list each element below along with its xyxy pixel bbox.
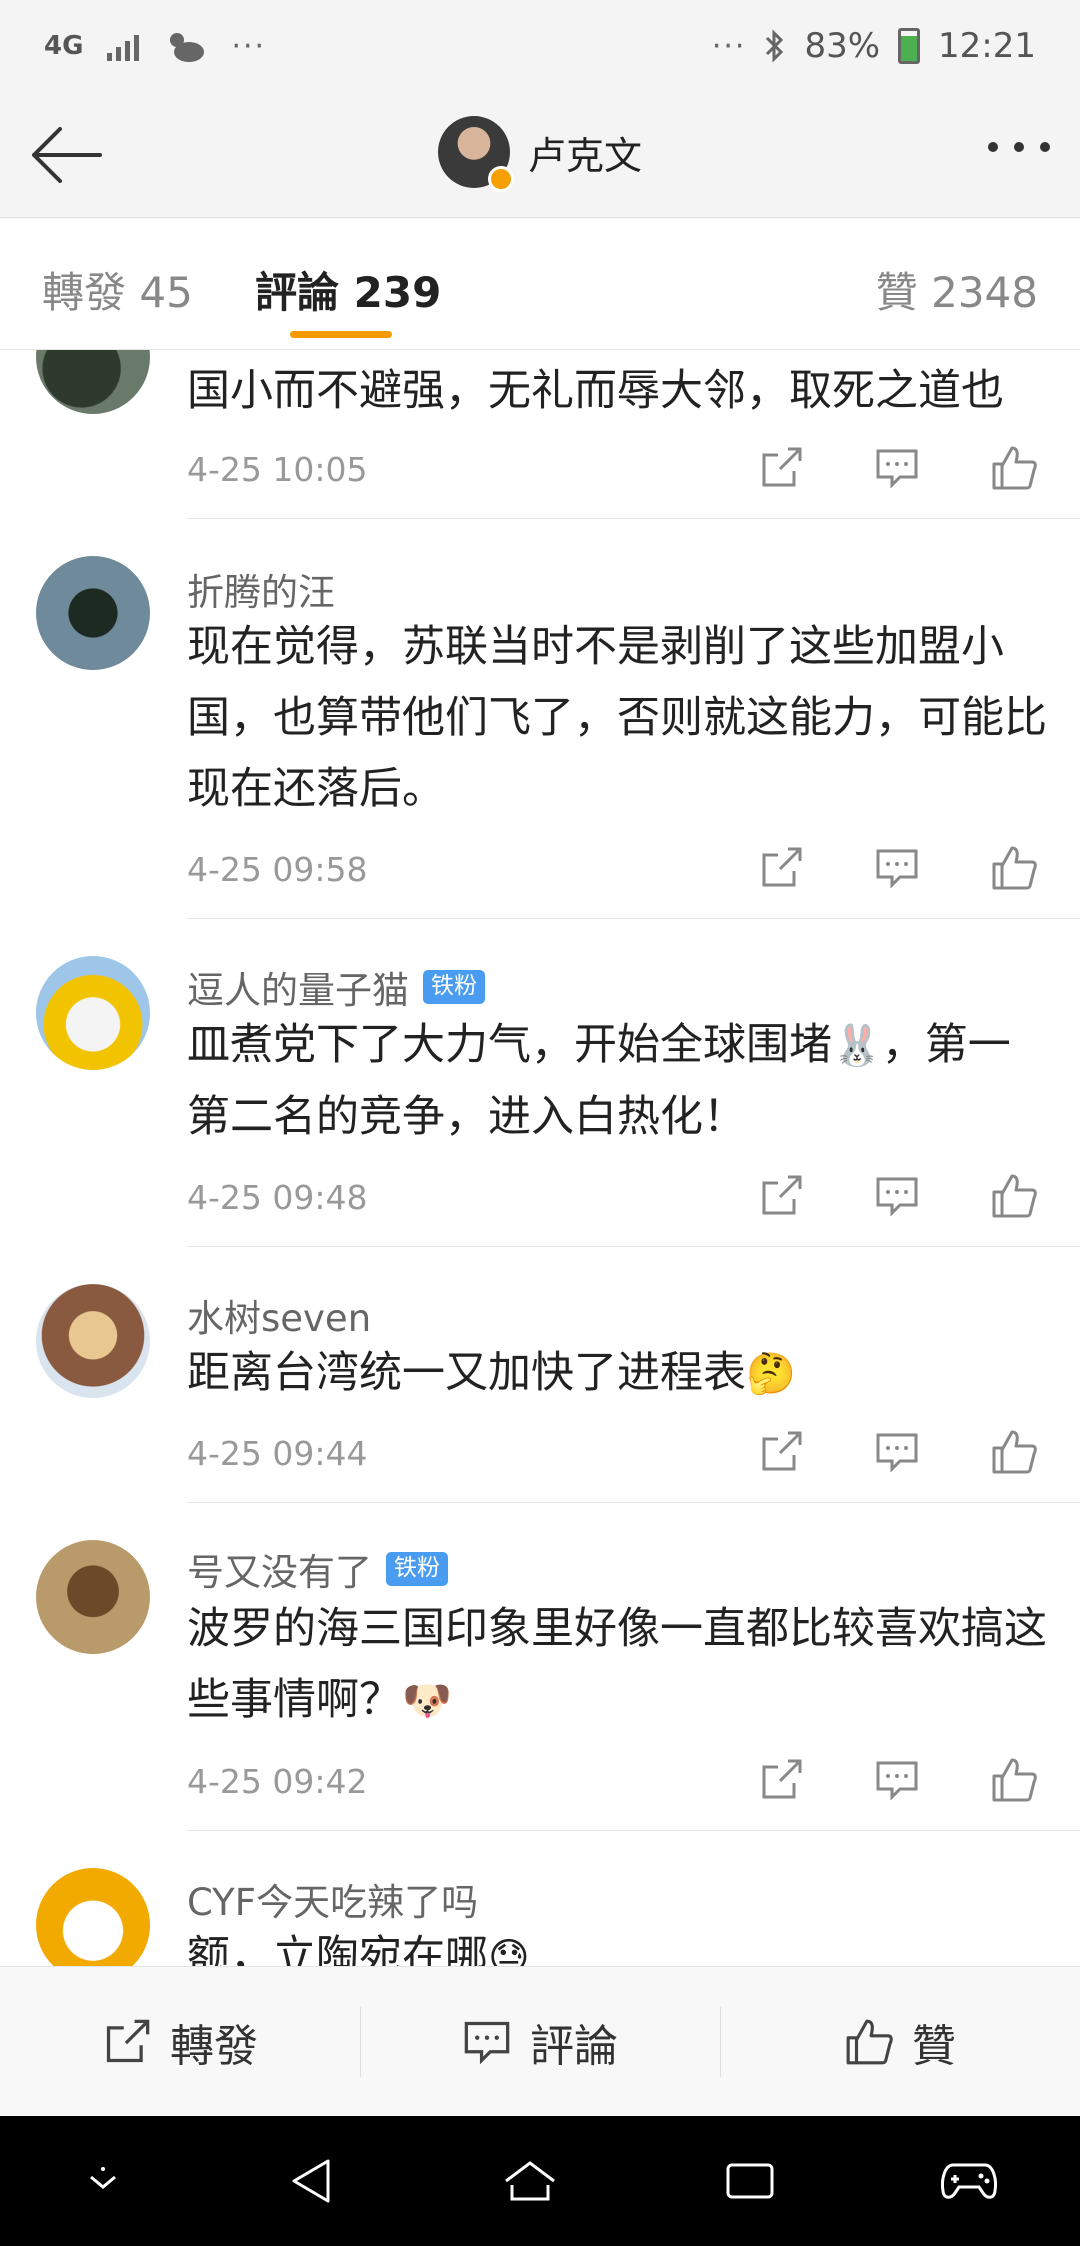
thinking-emoji-icon: 🤔 (746, 1351, 796, 1397)
comment-actions (758, 1428, 1038, 1476)
status-dots: ··· (711, 28, 747, 64)
commenter-avatar[interactable] (36, 556, 150, 670)
network-type: 4G (44, 31, 84, 61)
more-options-button[interactable] (988, 142, 1050, 152)
comment-button[interactable]: 評論 (360, 1967, 720, 2116)
fan-badge: 铁粉 (423, 970, 485, 1004)
comment-icon[interactable] (874, 445, 920, 491)
separator (187, 1246, 1080, 1247)
comment-text: 距离台湾统一又加快了进程表🤔 (187, 1338, 1047, 1410)
battery-percent: 83% (804, 26, 881, 66)
weibo-comments-screen: 4G ··· ··· 83% 12:21 卢克文 轉發 45 評論 239 贊 … (0, 0, 1080, 2246)
comment-actions (758, 844, 1038, 892)
fan-badge: 铁粉 (386, 1552, 448, 1586)
sweat-emoji-icon: 😓 (488, 1935, 530, 1966)
more-notifications-icon: ··· (231, 28, 267, 64)
verified-badge-icon (487, 166, 514, 192)
comment-list[interactable]: 国小而不避强，无礼而辱大邻，取死之道也 4-25 10:05 折腾的汪 现在觉得… (0, 350, 1080, 1966)
author-name[interactable]: 卢克文 (528, 125, 642, 180)
comment-actions (758, 1172, 1038, 1220)
comment-time: 4-25 09:42 (187, 1762, 368, 1801)
nav-bar: 卢克文 (0, 92, 1080, 218)
rabbit-emoji-icon: 🐰 (832, 1023, 882, 1069)
comment-actions (758, 1756, 1038, 1804)
like-icon[interactable] (990, 1428, 1038, 1476)
separator (187, 1502, 1080, 1503)
separator (187, 518, 1080, 519)
home-icon[interactable] (500, 2155, 560, 2207)
commenter-avatar[interactable] (36, 1284, 150, 1398)
like-icon (846, 2019, 893, 2064)
comment-text: 额，立陶宛在哪😓 (187, 1922, 1047, 1966)
repost-icon[interactable] (758, 445, 804, 491)
commenter-name[interactable]: 折腾的汪 (187, 562, 335, 616)
hide-nav-chevron-icon[interactable] (81, 2159, 125, 2203)
bluetooth-icon (766, 29, 784, 63)
system-nav-bar (0, 2116, 1080, 2246)
comment-icon[interactable] (874, 1429, 920, 1475)
back-triangle-icon[interactable] (286, 2155, 338, 2207)
like-icon[interactable] (990, 444, 1038, 492)
comment-time: 4-25 09:48 (187, 1178, 368, 1217)
comment-text: 现在觉得，苏联当时不是剥削了这些加盟小国，也算带他们飞了，否则就这能力，可能比现… (187, 622, 1047, 814)
repost-icon[interactable] (758, 1173, 804, 1219)
commenter-avatar[interactable] (36, 1868, 150, 1966)
tab-reposts[interactable]: 轉發 45 (42, 259, 193, 320)
game-controller-icon[interactable] (939, 2159, 999, 2203)
comment-icon[interactable] (874, 1757, 920, 1803)
like-icon[interactable] (990, 1756, 1038, 1804)
like-icon[interactable] (990, 844, 1038, 892)
active-tab-indicator (290, 331, 392, 338)
repost-button[interactable]: 轉發 (0, 1967, 360, 2116)
like-button[interactable]: 贊 (720, 1967, 1080, 2116)
commenter-name[interactable]: CYF今天吃辣了吗 (187, 1872, 478, 1926)
comment-text: 国小而不避强，无礼而辱大邻，取死之道也 (187, 366, 1004, 416)
author-avatar[interactable] (437, 116, 514, 192)
repost-icon[interactable] (758, 1757, 804, 1803)
signal-icon (107, 31, 140, 61)
separator (187, 1830, 1080, 1831)
commenter-avatar[interactable] (36, 350, 150, 414)
recent-apps-icon[interactable] (722, 2157, 778, 2205)
commenter-name[interactable]: 水树seven (187, 1288, 371, 1342)
comment-actions (758, 444, 1038, 492)
commenter-avatar[interactable] (36, 1540, 150, 1654)
comment-icon[interactable] (874, 845, 920, 891)
repost-icon[interactable] (758, 1429, 804, 1475)
status-bar: 4G ··· ··· 83% 12:21 (0, 0, 1080, 92)
comment-icon (464, 2021, 510, 2064)
repost-label: 轉發 (170, 2020, 258, 2072)
commenter-avatar[interactable] (36, 956, 150, 1070)
clock: 12:21 (938, 26, 1036, 66)
tab-bar: 轉發 45 評論 239 贊 2348 (0, 219, 1080, 350)
comment-icon[interactable] (874, 1173, 920, 1219)
battery-icon (898, 28, 921, 64)
tab-likes[interactable]: 贊 2348 (876, 259, 1038, 320)
comment-text: 波罗的海三国印象里好像一直都比较喜欢搞这些事情啊？🐶 (187, 1594, 1047, 1737)
repost-icon (106, 2019, 150, 2062)
separator (187, 918, 1080, 919)
weather-icon (170, 33, 205, 62)
repost-icon[interactable] (758, 845, 804, 891)
like-icon[interactable] (990, 1172, 1038, 1220)
comment-text: 皿煮党下了大力气，开始全球围堵🐰，第一第二名的竞争，进入白热化！ (187, 1010, 1047, 1153)
comment-label: 評論 (530, 2020, 618, 2072)
commenter-name[interactable]: 号又没有了 铁粉 (187, 1542, 448, 1596)
tab-comments[interactable]: 評論 239 (255, 259, 441, 320)
dog-emoji-icon: 🐶 (402, 1678, 452, 1724)
commenter-name[interactable]: 逗人的量子猫 铁粉 (187, 960, 485, 1014)
like-label: 贊 (912, 2020, 956, 2072)
comment-time: 4-25 09:58 (187, 850, 368, 889)
comment-time: 4-25 10:05 (187, 450, 368, 489)
bottom-action-bar: 轉發 評論 贊 (0, 1966, 1080, 2116)
comment-time: 4-25 09:44 (187, 1434, 368, 1473)
